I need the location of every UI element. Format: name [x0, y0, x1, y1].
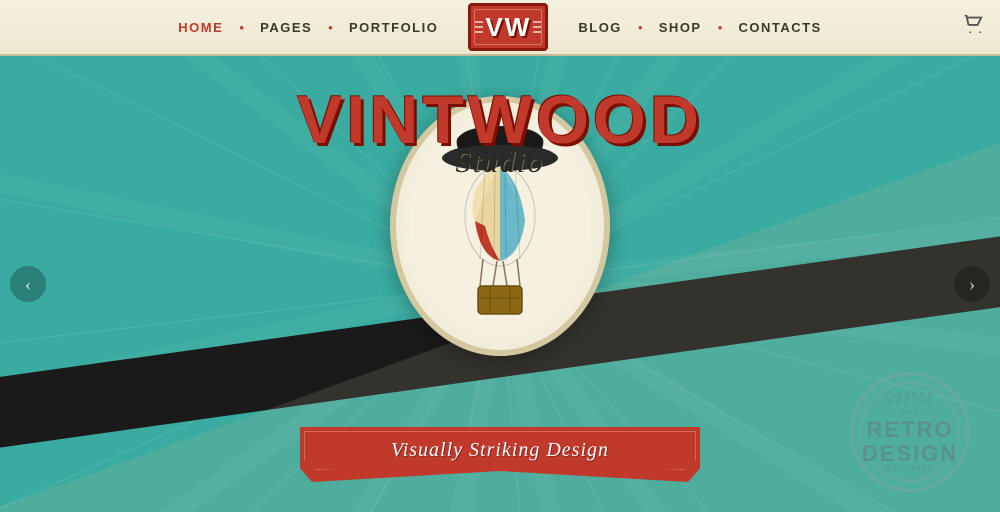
next-arrow[interactable]: › — [954, 266, 990, 302]
next-icon: › — [969, 274, 975, 295]
nav-item-pages[interactable]: PAGES — [246, 20, 326, 35]
nav-item-home[interactable]: HOME — [164, 20, 237, 35]
tagline: Visually Striking Design — [391, 439, 609, 462]
nav-dot-4: ● — [718, 23, 723, 32]
navbar-inner: HOME ● PAGES ● PORTFOLIO VW BLOG ● — [164, 1, 835, 53]
cart-icon[interactable] — [962, 13, 984, 41]
nav-item-portfolio[interactable]: PORTFOLIO — [335, 20, 452, 35]
hero-section: // Generate rays — [0, 56, 1000, 512]
brand-title: VINTWOOD — [297, 86, 703, 154]
prev-icon: ‹ — [25, 274, 31, 295]
nav-item-contacts[interactable]: CONTACTS — [724, 20, 835, 35]
logo-lines-right — [533, 21, 541, 33]
logo-lines-left — [475, 21, 483, 33]
navbar: HOME ● PAGES ● PORTFOLIO VW BLOG ● — [0, 0, 1000, 56]
stamp-main-text: RETRO DESIGN — [862, 418, 958, 466]
stamp-inner: VINTAGE DESIGN ★ ★ ★ RETRO DESIGN EST. 1… — [860, 382, 960, 482]
prev-arrow[interactable]: ‹ — [10, 266, 46, 302]
nav-dot-3: ● — [638, 23, 643, 32]
stamp-top-text: VINTAGE DESIGN — [862, 392, 958, 406]
logo-text: VW — [485, 12, 531, 43]
logo-badge[interactable]: VW — [468, 1, 548, 53]
nav-item-blog[interactable]: BLOG — [564, 20, 636, 35]
nav-dot-2: ● — [328, 23, 333, 32]
nav-dot-1: ● — [239, 23, 244, 32]
vintage-stamp: VINTAGE DESIGN ★ ★ ★ RETRO DESIGN EST. 1… — [850, 372, 970, 492]
stamp-bottom-text: EST. 1972 — [887, 466, 933, 472]
nav-item-shop[interactable]: SHOP — [645, 20, 716, 35]
